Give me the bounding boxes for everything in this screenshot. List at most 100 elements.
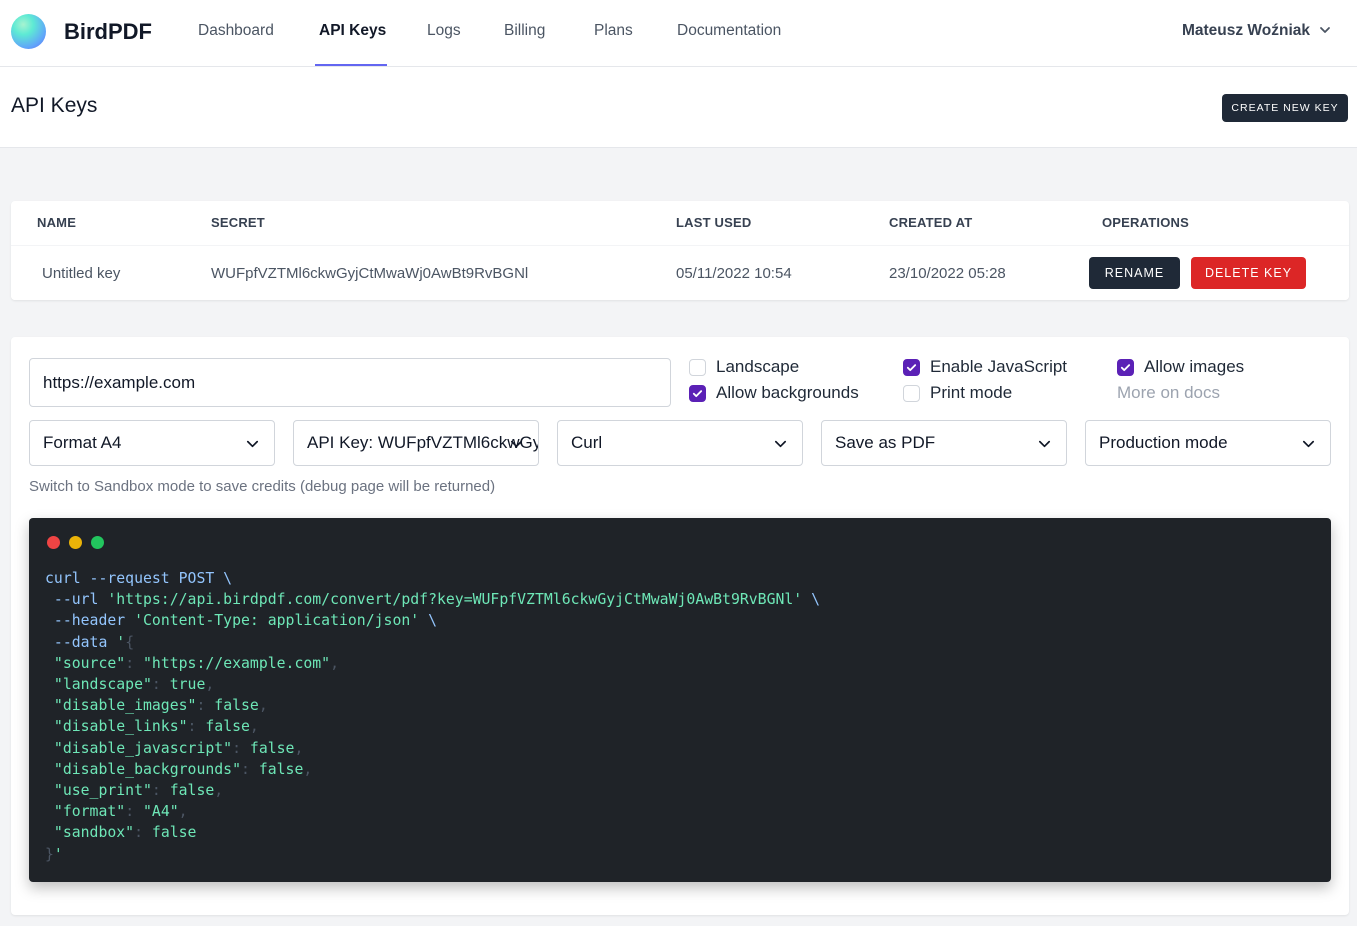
url-input[interactable] bbox=[29, 358, 671, 407]
sandbox-hint: Switch to Sandbox mode to save credits (… bbox=[29, 478, 496, 495]
nav-item-documentation[interactable]: Documentation bbox=[677, 22, 781, 40]
code-token: , bbox=[294, 739, 304, 757]
code-token: } bbox=[45, 845, 54, 863]
option-landscape[interactable]: Landscape bbox=[689, 357, 799, 377]
key-secret: WUFpfVZTMl6ckwGyjCtMwaWj0AwBt9RvBGNl bbox=[211, 265, 529, 282]
checkbox-landscape[interactable] bbox=[689, 358, 706, 376]
option-allow-backgrounds[interactable]: Allow backgrounds bbox=[689, 383, 859, 403]
code-line: "disable_images": false, bbox=[45, 695, 820, 716]
chevron-down-icon bbox=[1038, 440, 1051, 448]
code-line: --url 'https://api.birdpdf.com/convert/p… bbox=[45, 589, 820, 610]
checkbox-allow-images[interactable] bbox=[1117, 358, 1134, 376]
code-token: \ bbox=[419, 612, 437, 630]
code-token: "use_print" bbox=[45, 782, 152, 800]
rename-button[interactable]: RENAME bbox=[1089, 257, 1180, 289]
code-token: : bbox=[241, 760, 259, 778]
code-token: --data bbox=[45, 633, 117, 651]
more-on-docs-link[interactable]: More on docs bbox=[1117, 383, 1220, 403]
logo-icon[interactable] bbox=[11, 14, 46, 49]
code-token: true bbox=[169, 676, 206, 694]
nav-item-dashboard[interactable]: Dashboard bbox=[198, 22, 274, 40]
nav-item-billing[interactable]: Billing bbox=[504, 22, 545, 40]
option-label: Print mode bbox=[930, 383, 1013, 402]
code-line: --data '{ bbox=[45, 632, 820, 653]
checkbox-allow-backgrounds[interactable] bbox=[689, 384, 706, 402]
code-token: ' bbox=[53, 845, 63, 863]
code-token: : bbox=[134, 824, 152, 842]
select-value: API Key: WUFpfVZTMl6ckwGyjCtMwaWj0AwBt9R… bbox=[307, 433, 538, 452]
code-token: 'Content-Type: application/json' bbox=[134, 612, 420, 630]
code-token: false bbox=[258, 760, 304, 778]
option-enable-javascript[interactable]: Enable JavaScript bbox=[903, 357, 1067, 377]
check-icon bbox=[906, 363, 917, 371]
code-token: "https://example.com" bbox=[143, 654, 331, 672]
nav-item-plans[interactable]: Plans bbox=[594, 22, 633, 40]
code-token: false bbox=[214, 697, 259, 715]
select-value: Curl bbox=[571, 433, 603, 452]
chevron-down-icon bbox=[1302, 440, 1315, 448]
chevron-down-icon bbox=[246, 440, 259, 448]
key-last-used: 05/11/2022 10:54 bbox=[676, 265, 792, 282]
code-token: , bbox=[214, 782, 224, 800]
mode-select[interactable]: Production mode bbox=[1085, 420, 1331, 466]
code-line: "format": "A4", bbox=[45, 801, 820, 822]
code-token: , bbox=[303, 760, 313, 778]
code-token: : bbox=[151, 782, 170, 800]
option-label: Allow images bbox=[1144, 357, 1245, 376]
code-token: : bbox=[125, 803, 144, 821]
code-line: "disable_links": false, bbox=[45, 716, 820, 737]
user-menu-name[interactable]: Mateusz Woźniak bbox=[1182, 22, 1310, 40]
option-print-mode[interactable]: Print mode bbox=[903, 383, 1012, 403]
page-header: API Keys CREATE NEW KEY bbox=[0, 67, 1357, 148]
code-token: "disable_javascript" bbox=[45, 739, 233, 757]
chevron-down-icon bbox=[774, 440, 787, 448]
code-token: , bbox=[330, 654, 340, 672]
column-header-name: NAME bbox=[37, 215, 77, 230]
code-token: : bbox=[232, 739, 250, 757]
page-title: API Keys bbox=[11, 94, 98, 117]
code-line: }' bbox=[45, 844, 820, 865]
window-maximize-dot bbox=[91, 536, 104, 549]
code-token: , bbox=[205, 676, 215, 694]
key-name: Untitled key bbox=[42, 265, 121, 282]
check-icon bbox=[1120, 363, 1131, 371]
code-snippet[interactable]: curl --request POST \ --url 'https://api… bbox=[45, 568, 820, 865]
api-keys-table: NAME SECRET LAST USED CREATED AT OPERATI… bbox=[11, 201, 1349, 300]
code-token: "sandbox" bbox=[45, 824, 135, 842]
option-allow-images[interactable]: Allow images bbox=[1117, 357, 1244, 377]
api-key-select[interactable]: API Key: WUFpfVZTMl6ckwGyjCtMwaWj0AwBt9R… bbox=[293, 420, 539, 466]
code-token: : bbox=[125, 654, 144, 672]
code-line: "landscape": true, bbox=[45, 674, 820, 695]
brand-name[interactable]: BirdPDF bbox=[64, 19, 152, 45]
key-created-at: 23/10/2022 05:28 bbox=[889, 265, 1006, 282]
code-token: "source" bbox=[45, 654, 126, 672]
code-token: false bbox=[151, 824, 197, 842]
code-token: "disable_images" bbox=[45, 697, 197, 715]
code-token: false bbox=[249, 739, 295, 757]
checkbox-print-mode[interactable] bbox=[903, 384, 920, 402]
checkbox-enable-javascript[interactable] bbox=[903, 358, 920, 376]
code-line: curl --request POST \ bbox=[45, 568, 820, 589]
option-label: Allow backgrounds bbox=[716, 383, 859, 402]
nav-item-logs[interactable]: Logs bbox=[427, 22, 461, 40]
top-nav: BirdPDF Dashboard API Keys Logs Billing … bbox=[0, 0, 1357, 67]
chevron-down-icon[interactable] bbox=[1317, 22, 1333, 38]
format-select[interactable]: Format A4 bbox=[29, 420, 275, 466]
code-token: , bbox=[258, 697, 268, 715]
column-header-operations: OPERATIONS bbox=[1102, 215, 1189, 230]
code-token: --header bbox=[45, 612, 135, 630]
chevron-down-icon bbox=[510, 440, 523, 448]
output-select[interactable]: Save as PDF bbox=[821, 420, 1067, 466]
code-snippet-window: curl --request POST \ --url 'https://api… bbox=[29, 518, 1331, 882]
create-new-key-button[interactable]: CREATE NEW KEY bbox=[1222, 94, 1348, 122]
code-token: ' bbox=[116, 633, 126, 651]
delete-key-button[interactable]: DELETE KEY bbox=[1191, 257, 1306, 289]
code-token: { bbox=[125, 633, 135, 651]
code-token: 'https://api.birdpdf.com/convert/pdf?key… bbox=[107, 591, 803, 609]
column-header-secret: SECRET bbox=[211, 215, 265, 230]
language-select[interactable]: Curl bbox=[557, 420, 803, 466]
code-token: --url bbox=[45, 591, 108, 609]
code-line: "use_print": false, bbox=[45, 780, 820, 801]
code-line: --header 'Content-Type: application/json… bbox=[45, 610, 820, 631]
nav-item-api-keys[interactable]: API Keys bbox=[319, 22, 386, 40]
